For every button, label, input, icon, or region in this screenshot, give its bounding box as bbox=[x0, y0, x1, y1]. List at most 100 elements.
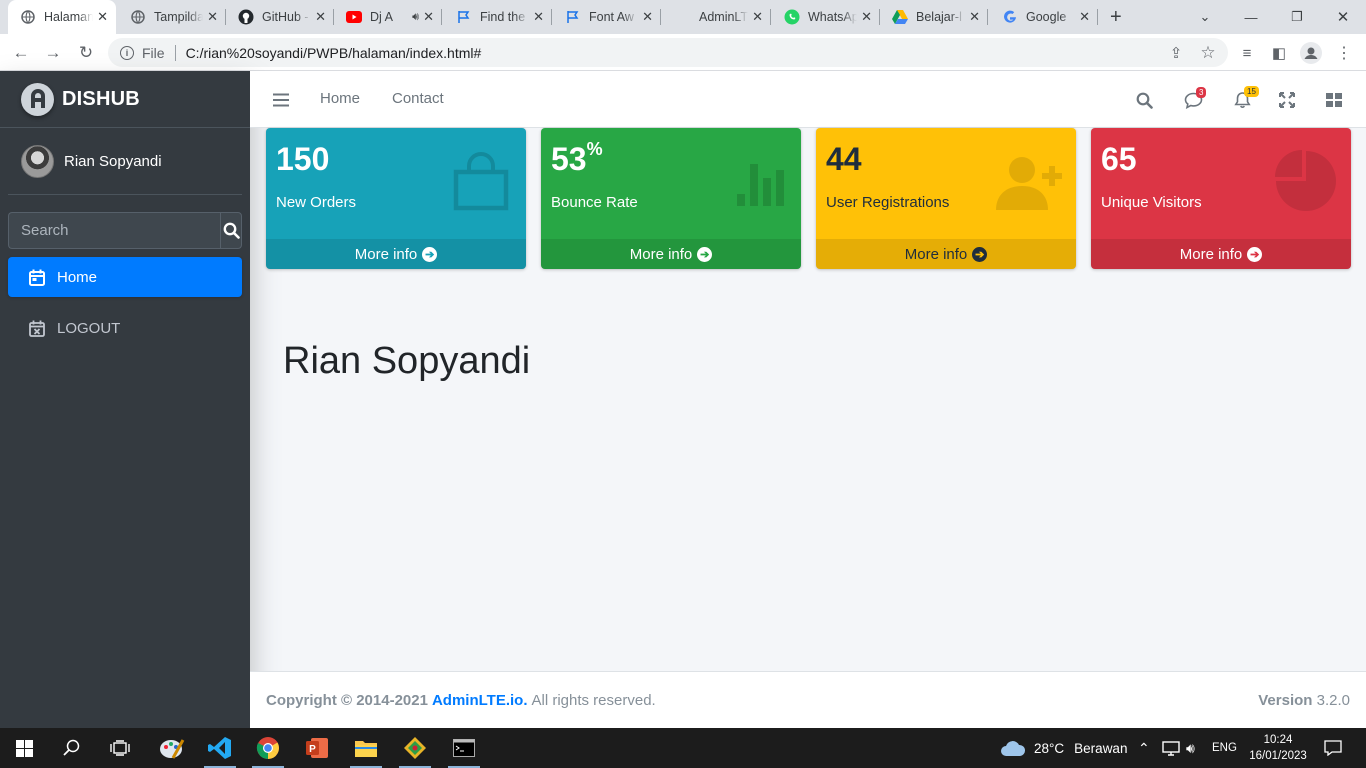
sidebar-item-label: Home bbox=[57, 268, 98, 286]
network-icon[interactable] bbox=[1162, 728, 1180, 768]
close-icon[interactable]: ✕ bbox=[533, 9, 544, 25]
chevron-up-icon[interactable]: ⌃ bbox=[1138, 728, 1150, 768]
reading-list-icon[interactable]: ≡ bbox=[1234, 40, 1260, 66]
github-icon bbox=[238, 9, 254, 25]
close-icon[interactable]: ✕ bbox=[1079, 9, 1090, 25]
browser-tab[interactable]: GitHub - ✕ bbox=[226, 0, 334, 34]
volume-icon[interactable]: 🔊︎ bbox=[1186, 728, 1195, 768]
avatar bbox=[21, 144, 54, 178]
paint-app-icon[interactable] bbox=[148, 728, 196, 768]
fullscreen-icon[interactable] bbox=[1276, 89, 1298, 111]
address-bar[interactable]: i File C:/rian%20soyandi/PWPB/halaman/in… bbox=[108, 38, 1228, 67]
browser-tab[interactable]: Belajar-l ✕ bbox=[880, 0, 988, 34]
clock-date: 16/01/2023 bbox=[1249, 750, 1307, 762]
comments-icon[interactable]: 3 bbox=[1182, 87, 1207, 111]
sidebar-search bbox=[8, 212, 242, 249]
close-icon[interactable]: ✕ bbox=[315, 9, 326, 25]
windows-start-icon[interactable] bbox=[0, 728, 48, 768]
browser-tab[interactable]: Dj A 🔊︎ ✕ bbox=[334, 0, 442, 34]
weather-desc: Berawan bbox=[1074, 740, 1128, 756]
close-icon[interactable]: ✕ bbox=[861, 9, 872, 25]
speaker-icon[interactable]: 🔊︎ bbox=[412, 11, 419, 24]
tab-title: Dj A bbox=[370, 10, 393, 24]
powerpoint-icon[interactable]: P bbox=[293, 728, 341, 768]
info-icon[interactable]: i bbox=[120, 45, 134, 60]
sidebar-search-input[interactable] bbox=[8, 212, 220, 249]
sidebar-item-logout[interactable]: LOGOUT bbox=[8, 308, 242, 348]
main-header: Home Contact 3 15 bbox=[250, 71, 1366, 128]
arrow-circle-right-icon: ➔ bbox=[422, 246, 438, 262]
tab-search-icon[interactable]: ⌄ bbox=[1182, 0, 1228, 34]
notification-center-icon[interactable] bbox=[1324, 728, 1342, 768]
brand-link[interactable]: DISHUB bbox=[0, 71, 250, 128]
weather-widget[interactable]: 28°C Berawan bbox=[1000, 728, 1127, 768]
share-icon[interactable]: ⇪ bbox=[1163, 40, 1189, 66]
chrome-icon[interactable] bbox=[244, 728, 292, 768]
browser-tab[interactable]: WhatsAp ✕ bbox=[772, 0, 880, 34]
page-heading: Rian Sopyandi bbox=[283, 340, 531, 382]
calendar-icon bbox=[28, 268, 46, 286]
search-icon[interactable] bbox=[1133, 89, 1155, 111]
clock[interactable]: 10:24 16/01/2023 bbox=[1248, 728, 1308, 768]
grid-icon[interactable] bbox=[1323, 89, 1345, 111]
nav-link-contact[interactable]: Contact bbox=[392, 90, 444, 107]
shopping-bag-icon bbox=[450, 150, 512, 217]
new-tab-button[interactable]: + bbox=[1110, 6, 1122, 29]
adminlte-link[interactable]: AdminLTE.io. bbox=[432, 692, 528, 709]
browser-tab[interactable]: Google ✕ bbox=[990, 0, 1098, 34]
side-panel-icon[interactable]: ◧ bbox=[1266, 40, 1292, 66]
tab-title: Font Aw bbox=[589, 10, 634, 24]
vscode-icon[interactable] bbox=[196, 728, 244, 768]
arrow-circle-right-icon: ➔ bbox=[697, 246, 713, 262]
address-text[interactable]: C:/rian%20soyandi/PWPB/halaman/index.htm… bbox=[186, 45, 482, 61]
bookmark-star-icon[interactable]: ☆ bbox=[1195, 40, 1221, 66]
close-icon[interactable]: ✕ bbox=[423, 9, 434, 25]
terminal-icon[interactable] bbox=[440, 728, 488, 768]
close-icon[interactable]: ✕ bbox=[97, 9, 108, 25]
close-icon[interactable]: ✕ bbox=[642, 9, 653, 25]
search-icon[interactable] bbox=[48, 728, 96, 768]
file-explorer-icon[interactable] bbox=[342, 728, 390, 768]
back-icon[interactable]: ← bbox=[8, 40, 34, 66]
browser-tab[interactable]: Find the ✕ bbox=[444, 0, 552, 34]
sidebar-item-home[interactable]: Home bbox=[8, 257, 242, 297]
profile-icon[interactable] bbox=[1298, 40, 1324, 66]
more-info-link[interactable]: More info ➔ bbox=[1091, 239, 1351, 269]
more-info-link[interactable]: More info ➔ bbox=[816, 239, 1076, 269]
stat-value: 44 bbox=[826, 141, 862, 177]
more-info-link[interactable]: More info ➔ bbox=[266, 239, 526, 269]
close-icon[interactable]: ✕ bbox=[752, 9, 763, 25]
more-info-link[interactable]: More info ➔ bbox=[541, 239, 801, 269]
tab-title: Google bbox=[1026, 10, 1067, 24]
restore-icon[interactable]: ❐ bbox=[1274, 0, 1320, 34]
git-app-icon[interactable] bbox=[391, 728, 439, 768]
brand-text: DISHUB bbox=[62, 87, 140, 110]
globe-icon bbox=[20, 9, 36, 25]
address-scheme: File bbox=[142, 44, 165, 61]
tab-title: WhatsAp bbox=[808, 10, 858, 24]
browser-tab[interactable]: AdminLT ✕ bbox=[663, 0, 771, 34]
search-button[interactable] bbox=[220, 212, 242, 249]
browser-tab[interactable]: Halaman ✕ bbox=[8, 0, 116, 34]
close-icon[interactable]: ✕ bbox=[969, 9, 980, 25]
user-panel[interactable]: Rian Sopyandi bbox=[8, 128, 242, 195]
reload-icon[interactable]: ↻ bbox=[73, 40, 99, 66]
hamburger-icon[interactable] bbox=[270, 89, 292, 111]
user-name[interactable]: Rian Sopyandi bbox=[64, 153, 162, 170]
arrow-circle-right-icon: ➔ bbox=[972, 246, 988, 262]
input-language[interactable]: ENG bbox=[1212, 728, 1237, 768]
browser-tab[interactable]: Font Aw ✕ bbox=[553, 0, 661, 34]
forward-icon[interactable]: → bbox=[40, 40, 66, 66]
bell-icon[interactable]: 15 bbox=[1231, 86, 1259, 111]
window-close-icon[interactable]: ✕ bbox=[1320, 0, 1366, 34]
browser-tab[interactable]: Tampilda ✕ bbox=[118, 0, 226, 34]
stat-value: 53% bbox=[551, 139, 603, 177]
close-icon[interactable]: ✕ bbox=[207, 9, 218, 25]
arrow-circle-right-icon: ➔ bbox=[1247, 246, 1263, 262]
info-box-new-orders: 150 New Orders More info ➔ bbox=[266, 128, 526, 269]
menu-kebab-icon[interactable]: ⋮ bbox=[1331, 40, 1357, 66]
minimize-icon[interactable]: — bbox=[1228, 0, 1274, 34]
nav-link-home[interactable]: Home bbox=[320, 90, 360, 107]
task-view-icon[interactable] bbox=[96, 728, 144, 768]
page-icon bbox=[675, 9, 691, 25]
